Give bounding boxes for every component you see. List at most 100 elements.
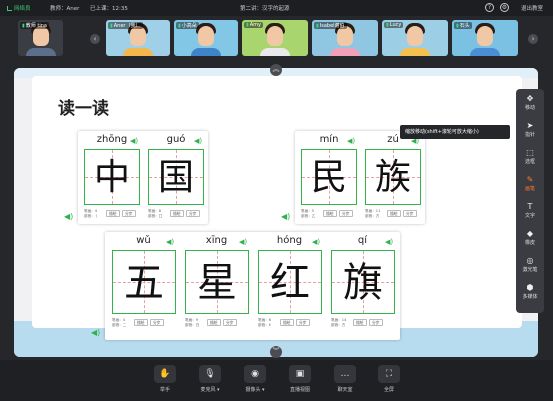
student-name: ▮小高朵: [176, 22, 199, 29]
trace-button[interactable]: 描绘: [353, 319, 367, 326]
video-tile[interactable]: ▮Aner（我）: [106, 20, 170, 56]
trace-button[interactable]: 描绘: [323, 210, 337, 217]
bottom-label: 麦克风 ▾: [200, 387, 220, 393]
speaker-icon[interactable]: ◀): [281, 212, 290, 221]
student-shirt: [470, 48, 500, 56]
chat-icon: …: [334, 365, 356, 383]
mic-icon: ▮: [246, 22, 249, 28]
move-tool[interactable]: ✥ 移动: [516, 94, 544, 111]
bottom-bar: ✋ 举手 🎙 麦克风 ▾ ◉ 摄像头 ▾ ▣ 直播视图 … 聊天室 ⛶ 全屏: [0, 360, 553, 401]
fullscreen-button[interactable]: ⛶ 全屏: [369, 365, 409, 393]
pointer-tool[interactable]: ➤ 指针: [516, 121, 544, 138]
help-icon[interactable]: ?: [485, 3, 494, 12]
stroke-info: 笔画：4 部首：丨: [84, 209, 98, 218]
chinese-character: 国: [157, 157, 194, 198]
chinese-character: 民: [310, 157, 347, 198]
select-tool[interactable]: ⬚ 选框: [516, 148, 544, 165]
camera-icon: ◉: [244, 365, 266, 383]
speaker-icon[interactable]: ◀): [385, 238, 393, 246]
live-view-button[interactable]: ▣ 直播视图: [280, 365, 320, 393]
tian-grid: 国: [148, 149, 204, 205]
speaker-icon[interactable]: ◀): [166, 238, 174, 246]
signal-icon: [7, 6, 12, 11]
step-button[interactable]: 分步: [339, 210, 353, 217]
chinese-character: 五: [124, 260, 164, 306]
eraser-tool[interactable]: ◆ 橡皮: [516, 229, 544, 246]
chinese-character: 中: [93, 157, 130, 198]
microphone-button[interactable]: 🎙 麦克风 ▾: [190, 365, 230, 393]
step-button[interactable]: 分步: [403, 210, 417, 217]
video-tile[interactable]: ▮Lucy: [382, 20, 448, 56]
student-name: ▮教师 tina: [20, 22, 49, 29]
speaker-icon[interactable]: ◀): [312, 238, 320, 246]
camera-button[interactable]: ◉ 摄像头 ▾: [235, 365, 275, 393]
drawing-toolbar: ✥ 移动 ➤ 指针 ⬚ 选框 ✎ 画笔 T 文字 ◆ 橡皮 ◎ 激光笔 ⬢ 多媒体: [516, 89, 544, 313]
speaker-icon[interactable]: ◀): [194, 137, 202, 145]
video-tile-teacher[interactable]: ▮教师 tina: [18, 20, 63, 56]
student-name: ▮Aner（我）: [108, 22, 143, 29]
chinese-character: 族: [374, 157, 411, 198]
pen-tool[interactable]: ✎ 画笔: [516, 175, 544, 192]
chinese-character: 星: [197, 260, 237, 306]
prev-page-arrow[interactable]: ‹: [90, 34, 100, 44]
step-button[interactable]: 分步: [369, 319, 383, 326]
mic-icon: ▮: [110, 23, 113, 29]
trace-button[interactable]: 描绘: [134, 319, 148, 326]
teacher-label: 教师：Aner: [50, 6, 80, 12]
move-tool-icon: ✥: [526, 94, 534, 103]
speaker-icon[interactable]: ◀): [239, 238, 247, 246]
stroke-info: 笔画：6 部首：纟: [258, 318, 272, 327]
video-tile[interactable]: ▮Isabel谢伯: [312, 20, 378, 56]
student-shirt: [191, 48, 221, 56]
student-name-text: Amy: [249, 22, 262, 28]
live-view-icon: ▣: [289, 365, 311, 383]
raise-hand-button[interactable]: ✋ 举手: [145, 365, 185, 393]
step-button[interactable]: 分步: [296, 319, 310, 326]
mic-icon: ▮: [178, 23, 181, 29]
chat-button[interactable]: … 聊天室: [325, 365, 365, 393]
step-button[interactable]: 分步: [150, 319, 164, 326]
pen-tool-icon: ✎: [526, 175, 534, 184]
video-tile[interactable]: ▮Amy: [242, 20, 308, 56]
laser-tool[interactable]: ◎ 激光笔: [516, 256, 544, 273]
pointer-tool-icon: ➤: [526, 121, 534, 130]
student-name-text: Lucy: [389, 22, 402, 28]
collapse-toolbar-button[interactable]: ︾: [270, 346, 282, 358]
stroke-count: 笔画：5: [301, 209, 315, 213]
trace-button[interactable]: 描绘: [106, 210, 120, 217]
chinese-character: 红: [270, 260, 310, 306]
bottom-label: 全屏: [383, 387, 394, 393]
trace-button[interactable]: 描绘: [387, 210, 401, 217]
stroke-info: 笔画：14 部首：方: [331, 318, 346, 327]
collapse-strip-button[interactable]: ︽: [270, 64, 282, 76]
radical: 部首：乙: [301, 213, 316, 218]
step-button[interactable]: 分步: [122, 210, 136, 217]
exit-classroom-button[interactable]: 退出教室: [521, 4, 543, 12]
character-cell: mín ◀) 民笔画：5 部首：乙 描绘 分步: [297, 131, 361, 224]
student-name-text: 教师 tina: [25, 23, 47, 29]
stroke-count: 笔画：9: [185, 318, 199, 322]
stroke-info: 笔画：8 部首：囗: [148, 209, 162, 218]
trace-button[interactable]: 描绘: [170, 210, 184, 217]
student-face: [267, 26, 283, 46]
step-button[interactable]: 分步: [223, 319, 237, 326]
video-tile[interactable]: ▮小高朵: [174, 20, 238, 56]
media-tool[interactable]: ⬢ 多媒体: [516, 283, 544, 300]
tool-label: 文字: [524, 213, 535, 219]
gear-icon[interactable]: ⚙: [500, 3, 509, 12]
bottom-label: 举手: [159, 387, 170, 393]
text-tool[interactable]: T 文字: [516, 202, 544, 219]
speaker-icon[interactable]: ◀): [91, 328, 100, 337]
stroke-count: 笔画：11: [365, 209, 381, 213]
trace-button[interactable]: 描绘: [207, 319, 221, 326]
video-tile[interactable]: ▮石头: [452, 20, 518, 56]
step-button[interactable]: 分步: [186, 210, 200, 217]
bottom-label: 直播视图: [289, 387, 310, 393]
speaker-icon[interactable]: ◀): [64, 212, 73, 221]
student-face: [477, 26, 493, 46]
radical: 部首：日: [185, 322, 200, 327]
speaker-icon[interactable]: ◀): [130, 137, 138, 145]
next-page-arrow[interactable]: ›: [528, 34, 538, 44]
speaker-icon[interactable]: ◀): [347, 137, 355, 145]
trace-button[interactable]: 描绘: [280, 319, 294, 326]
